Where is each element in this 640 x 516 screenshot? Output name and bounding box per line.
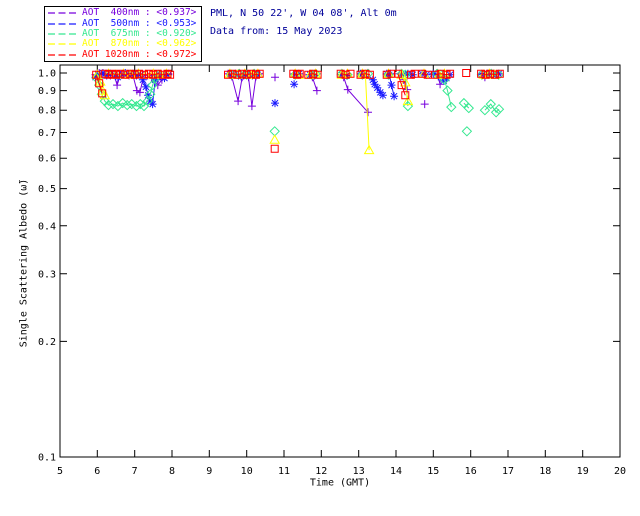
station-info: PML, N 50 22', W 04 08', Alt 0m xyxy=(210,8,397,19)
x-tick-label: 9 xyxy=(206,466,212,477)
y-tick-label: 0.7 xyxy=(38,128,56,139)
x-tick-label: 14 xyxy=(390,466,402,477)
y-tick-label: 0.3 xyxy=(38,269,56,280)
legend-label: AOT 400nm : <0.937> xyxy=(82,7,197,19)
legend-dash-line xyxy=(48,43,78,46)
y-tick-label: 0.5 xyxy=(38,184,56,195)
plot-frame xyxy=(59,64,621,458)
x-tick-label: 19 xyxy=(577,466,589,477)
y-tick-label: 0.8 xyxy=(38,106,56,117)
x-tick-label: 11 xyxy=(278,466,290,477)
x-axis-title: Time (GMT) xyxy=(309,477,371,489)
legend-entry-1020nm: AOT 1020nm : <0.972> xyxy=(48,48,201,60)
x-tick-label: 5 xyxy=(57,466,63,477)
y-tick-label: 0.4 xyxy=(38,221,56,232)
legend-entry-870nm: AOT 870nm : <0.962> xyxy=(48,39,201,49)
legend-label: AOT 1020nm : <0.972> xyxy=(82,48,197,60)
x-tick-label: 15 xyxy=(427,466,439,477)
x-tick-label: 12 xyxy=(315,466,327,477)
x-tick-label: 16 xyxy=(465,466,477,477)
axis-ticks xyxy=(59,65,621,458)
x-tick-label: 13 xyxy=(353,466,365,477)
legend-label: AOT 870nm : <0.962> xyxy=(82,38,197,50)
y-axis-title: Single Scattering Albedo (ω̃) xyxy=(18,178,30,348)
x-tick-label: 8 xyxy=(169,466,175,477)
data-date: Data from: 15 May 2023 xyxy=(210,26,343,37)
legend-entry-400nm: AOT 400nm : <0.937> xyxy=(48,8,201,18)
x-tick-label: 7 xyxy=(132,466,138,477)
legend-dash-line xyxy=(48,54,78,56)
plot-area: 5 6 7 8 9 10 11 12 13 14 15 16 17 18 19 20 1.0 0.9 0.8 0.7 0… xyxy=(0,0,640,512)
plot-header: PML, N 50 22', W 04 08', Alt 0m Data fro… xyxy=(210,5,397,41)
y-tick-label: 0.6 xyxy=(38,154,56,165)
legend-box: AOT 400nm : <0.937> AOT 500nm : <0.953> AO… xyxy=(44,6,202,62)
y-tick-label: 0.1 xyxy=(38,453,56,464)
plot-svg: 5 6 7 8 9 10 11 12 13 14 15 16 17 18 19 20 1.0 0.9 0.8 0.7 0… xyxy=(38,64,626,477)
legend-dash-line xyxy=(48,22,78,25)
x-tick-label: 18 xyxy=(539,466,551,477)
x-tick-label: 20 xyxy=(614,466,626,477)
y-tick-label: 1.0 xyxy=(38,69,56,80)
x-tick-label: 6 xyxy=(94,466,100,477)
legend-dash-line xyxy=(48,12,78,14)
x-tick-label: 10 xyxy=(241,466,253,477)
x-tick-label: 17 xyxy=(502,466,514,477)
y-tick-label: 0.2 xyxy=(38,337,56,348)
legend-dash-line xyxy=(48,33,78,35)
plot-window: AOT 400nm : <0.937> AOT 500nm : <0.953> AO… xyxy=(0,0,640,512)
y-tick-label: 0.9 xyxy=(38,86,56,97)
